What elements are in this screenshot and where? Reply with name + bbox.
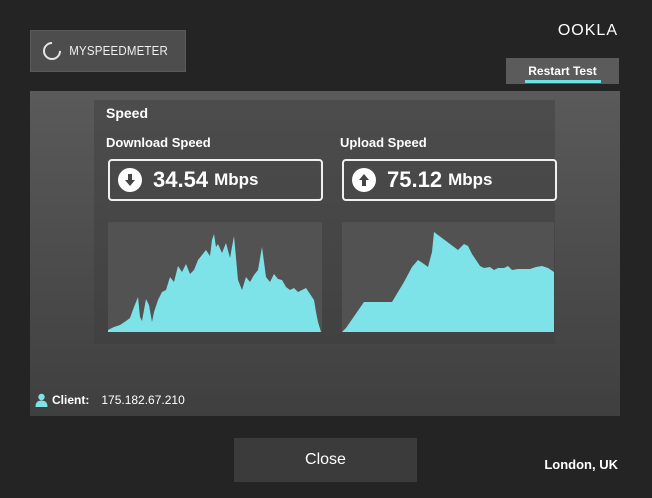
- myspeedmeter-logo: MYSPEEDMETER: [30, 30, 186, 72]
- upload-graph: [342, 232, 554, 332]
- download-unit: Mbps: [214, 170, 259, 189]
- client-label: Client:: [52, 393, 90, 407]
- location-text: London, UK: [544, 457, 618, 472]
- download-readout: 34.54 Mbps: [108, 159, 323, 201]
- download-value: 34.54: [153, 167, 209, 192]
- upload-value: 75.12: [387, 167, 443, 192]
- user-icon: [35, 393, 48, 407]
- upload-readout: 75.12 Mbps: [342, 159, 557, 201]
- client-ip: 175.182.67.210: [101, 393, 185, 407]
- upload-unit: Mbps: [448, 170, 493, 189]
- speed-title: Speed: [106, 105, 149, 121]
- restart-underline: [525, 80, 601, 83]
- close-button[interactable]: Close: [234, 438, 417, 482]
- download-speed-label: Download Speed: [106, 135, 211, 150]
- upload-speed-label: Upload Speed: [340, 135, 427, 150]
- arrow-down-icon: [118, 168, 142, 192]
- logo-ring-icon: [39, 38, 66, 64]
- client-info: Client: 175.182.67.210: [35, 393, 185, 407]
- logo-text: MYSPEEDMETER: [69, 44, 169, 58]
- arrow-up-icon: [352, 168, 376, 192]
- download-graph: [108, 234, 321, 332]
- ookla-logo: OOKLA: [557, 22, 618, 39]
